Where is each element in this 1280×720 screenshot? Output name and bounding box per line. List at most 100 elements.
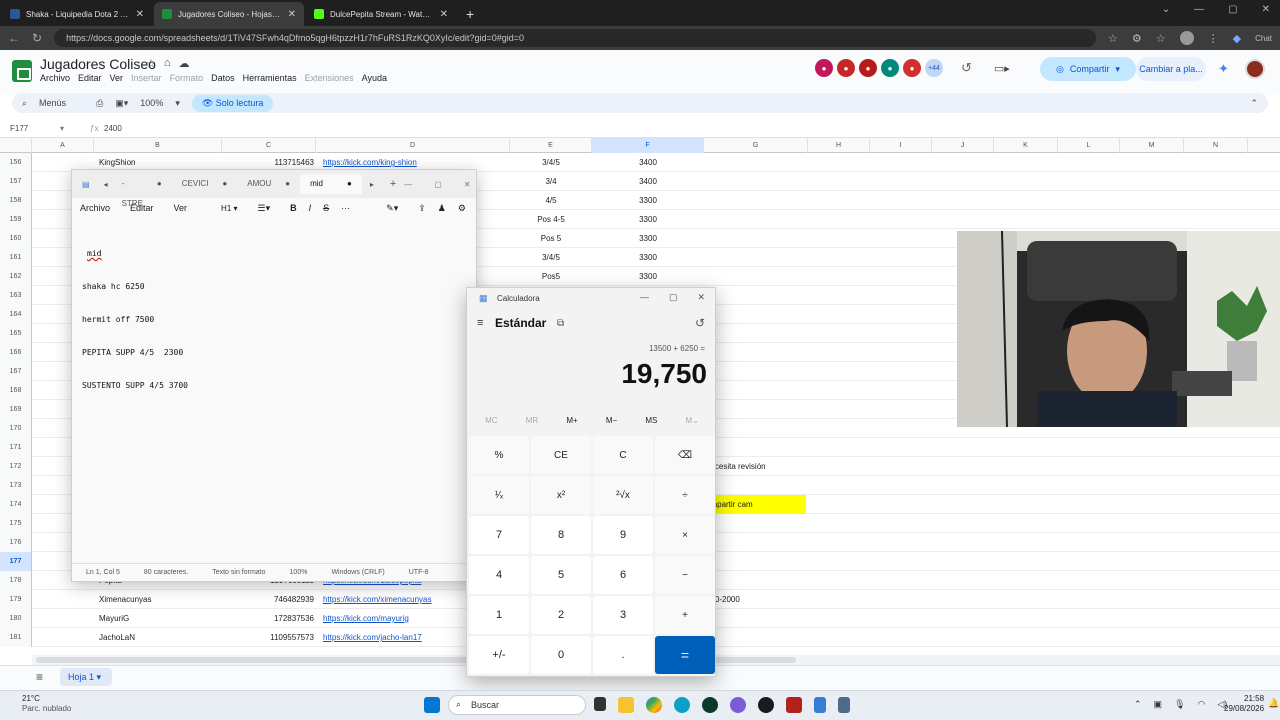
column-header-b[interactable]: B: [94, 138, 222, 153]
equals-button[interactable]: =: [655, 636, 715, 674]
browser-tab-sheets[interactable]: Jugadores Coliseo - Hojas de cálc ✕: [154, 2, 304, 26]
row-header[interactable]: 180: [0, 609, 32, 628]
clear-button[interactable]: C: [593, 436, 653, 474]
menu-archivo[interactable]: Archivo: [40, 73, 70, 83]
memory-add-button[interactable]: M+: [566, 416, 577, 425]
star-icon[interactable]: ☆: [146, 57, 156, 70]
search-menus-icon[interactable]: ⌕: [22, 98, 27, 109]
row-header[interactable]: 156: [0, 153, 32, 172]
formula-input[interactable]: 2400: [104, 124, 122, 133]
square-button[interactable]: x²: [531, 476, 591, 514]
chevron-down-icon[interactable]: ▾: [1115, 64, 1120, 75]
cell-f[interactable]: 3400: [592, 153, 704, 172]
tab-scroll-left-icon[interactable]: ◂: [100, 180, 112, 189]
chat-label[interactable]: Chat: [1255, 34, 1272, 43]
row-header[interactable]: 181: [0, 628, 32, 647]
row-header[interactable]: 169: [0, 400, 32, 419]
italic-icon[interactable]: I: [309, 203, 312, 213]
select-all-corner[interactable]: [0, 138, 32, 153]
back-icon[interactable]: ←: [8, 31, 20, 45]
close-icon[interactable]: ✕: [464, 180, 471, 189]
cell-e[interactable]: 3/4: [510, 172, 592, 191]
decimal-button[interactable]: .: [593, 636, 653, 674]
row-header[interactable]: 160: [0, 229, 32, 248]
collaborator-avatar-icon[interactable]: ●: [837, 59, 855, 77]
cell-e[interactable]: Pos 4-5: [510, 210, 592, 229]
row-header[interactable]: 165: [0, 324, 32, 343]
tab-scroll-right-icon[interactable]: ▸: [362, 180, 382, 189]
notepad-tab-cevici[interactable]: CEVICI ●: [172, 174, 238, 194]
notepad-editor[interactable]: mid shaka hc 6250 hermit off 7500 PEPITA…: [82, 226, 188, 413]
column-header-f[interactable]: F: [592, 138, 704, 153]
cell-e[interactable]: Pos 5: [510, 229, 592, 248]
close-tab-icon[interactable]: ✕: [440, 9, 448, 20]
maximize-icon[interactable]: ▢: [669, 292, 678, 303]
menu-herramientas[interactable]: Herramientas: [243, 73, 297, 83]
notepad-menu-archivo[interactable]: Archivo: [80, 203, 110, 213]
row-header[interactable]: 176: [0, 533, 32, 552]
chrome-icon[interactable]: [646, 697, 662, 713]
reload-icon[interactable]: ↻: [32, 31, 42, 45]
tray-chevron-icon[interactable]: ⌃: [1134, 699, 1142, 710]
url-field[interactable]: https://docs.google.com/spreadsheets/d/1…: [54, 29, 1096, 47]
list-icon[interactable]: ☰▾: [258, 203, 271, 214]
menu-datos[interactable]: Datos: [211, 73, 235, 83]
meet-icon[interactable]: ▭▸: [994, 62, 1010, 75]
digit-5-button[interactable]: 5: [531, 556, 591, 594]
reciprocal-button[interactable]: ¹⁄ₓ: [469, 476, 529, 514]
row-header[interactable]: 170: [0, 419, 32, 438]
column-header-h[interactable]: H: [808, 138, 870, 153]
name-box[interactable]: F177: [0, 124, 60, 133]
column-header-a[interactable]: A: [32, 138, 94, 153]
row-header[interactable]: 161: [0, 248, 32, 267]
row-header[interactable]: 168: [0, 381, 32, 400]
row-header[interactable]: 164: [0, 305, 32, 324]
column-header-g[interactable]: G: [704, 138, 808, 153]
taskbar-clock[interactable]: 21:58 29/08/2026: [1224, 694, 1264, 714]
divide-button[interactable]: ÷: [655, 476, 715, 514]
cell-g[interactable]: ompartir cam: [706, 495, 806, 514]
minimize-icon[interactable]: —: [1194, 4, 1204, 15]
profile-avatar[interactable]: [1179, 31, 1194, 45]
hamburger-menu-icon[interactable]: ≡: [477, 317, 483, 329]
collaborator-avatar-icon[interactable]: ●: [903, 59, 921, 77]
share-button[interactable]: ◎ Compartir ▾: [1040, 57, 1136, 81]
column-header-e[interactable]: E: [510, 138, 592, 153]
edge-icon[interactable]: [674, 697, 690, 713]
cell-e[interactable]: Pos5: [510, 267, 592, 286]
sheets-logo-icon[interactable]: [12, 60, 32, 82]
cell-e[interactable]: 3/4/5: [510, 248, 592, 267]
digit-8-button[interactable]: 8: [531, 516, 591, 554]
user-icon[interactable]: ♟: [438, 203, 446, 214]
negate-button[interactable]: +/-: [469, 636, 529, 674]
cell-b[interactable]: JachoLaN: [99, 628, 219, 647]
cell-f[interactable]: 3300: [592, 191, 704, 210]
row-header[interactable]: 171: [0, 438, 32, 457]
row-header[interactable]: 159: [0, 210, 32, 229]
collaborator-avatar-icon[interactable]: ●: [881, 59, 899, 77]
notifications-icon[interactable]: 🔔: [1268, 698, 1279, 709]
row-header[interactable]: 157: [0, 172, 32, 191]
print-icon[interactable]: ⎙: [96, 98, 103, 109]
notepad-tab-mid[interactable]: mid ●: [300, 174, 362, 194]
close-tab-icon[interactable]: ✕: [288, 9, 296, 20]
read-only-badge[interactable]: 👁 Solo lectura: [191, 94, 274, 112]
chevron-down-icon[interactable]: ▾: [175, 98, 180, 109]
digit-3-button[interactable]: 3: [593, 596, 653, 634]
add-button[interactable]: +: [655, 596, 715, 634]
close-window-icon[interactable]: ✕: [1262, 4, 1270, 15]
column-header-i[interactable]: I: [870, 138, 932, 153]
extensions-icon[interactable]: ⚙: [1132, 32, 1142, 45]
calculator-taskbar-icon[interactable]: [838, 697, 850, 713]
close-icon[interactable]: ✕: [697, 292, 705, 303]
more-icon[interactable]: ···: [341, 203, 350, 213]
task-view-icon[interactable]: [594, 697, 606, 711]
copilot-icon[interactable]: ✎▾: [386, 203, 398, 214]
chevron-down-icon[interactable]: ⌄: [1162, 4, 1170, 15]
notepad-tab-stre[interactable]: -STRE ●: [112, 174, 172, 208]
windows-start-icon[interactable]: [424, 697, 440, 713]
digit-6-button[interactable]: 6: [593, 556, 653, 594]
gemini-icon[interactable]: ✦: [1218, 61, 1229, 77]
history-icon[interactable]: ↺: [961, 60, 972, 76]
bookmark-star-icon[interactable]: ☆: [1108, 32, 1118, 45]
